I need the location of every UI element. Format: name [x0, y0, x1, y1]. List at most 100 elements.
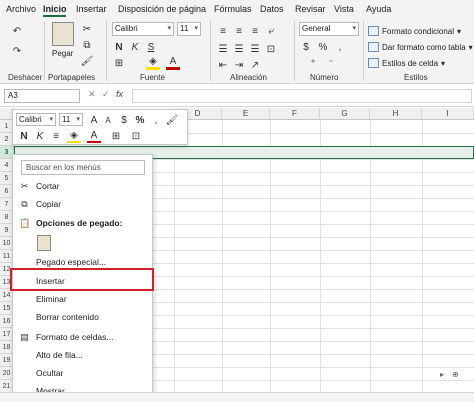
- mini-font-size[interactable]: 11 ▾: [59, 113, 83, 126]
- align-right-icon[interactable]: ☰: [248, 42, 262, 56]
- cut-icon[interactable]: ✂: [80, 22, 94, 36]
- font-size-dropdown[interactable]: 11 ▾: [177, 22, 201, 36]
- increase-decimal-icon[interactable]: ⁺: [306, 56, 320, 70]
- italic-button[interactable]: K: [128, 40, 142, 54]
- menu-item-format-cells[interactable]: ▤ Formato de celdas...: [13, 328, 152, 346]
- comma-style-icon[interactable]: ,: [333, 40, 347, 54]
- menu-item-cut[interactable]: ✂ Cortar: [13, 177, 152, 195]
- column-header[interactable]: F: [270, 108, 320, 120]
- mini-bold-button[interactable]: N: [17, 129, 31, 143]
- underline-button[interactable]: S: [144, 40, 158, 54]
- align-bottom-icon[interactable]: ≡: [248, 24, 262, 38]
- paste-button[interactable]: Pegar: [52, 49, 73, 58]
- font-color-icon[interactable]: A: [166, 56, 180, 70]
- group-label-alignment: Alineación: [230, 73, 267, 82]
- align-top-icon[interactable]: ≡: [216, 24, 230, 38]
- percent-style-icon[interactable]: %: [316, 40, 330, 54]
- formula-input[interactable]: [132, 89, 472, 103]
- menu-search-input[interactable]: Buscar en los menús: [21, 160, 145, 175]
- gridline: [370, 120, 371, 402]
- align-middle-icon[interactable]: ≡: [232, 24, 246, 38]
- copy-icon[interactable]: ⧉: [80, 38, 94, 52]
- wrap-text-icon[interactable]: ⤶: [264, 24, 278, 38]
- conditional-format-button[interactable]: Formato condicional ▾: [368, 24, 461, 38]
- merge-center-icon[interactable]: ⊡: [264, 42, 278, 56]
- cell-styles-button[interactable]: Estilos de celda ▾: [368, 56, 445, 70]
- group-separator: [210, 21, 211, 81]
- fill-color-icon[interactable]: ◈: [146, 56, 160, 70]
- mini-format-painter-icon[interactable]: 🖌: [165, 113, 179, 127]
- group-separator: [294, 21, 295, 81]
- decrease-decimal-icon[interactable]: ⁻: [324, 56, 338, 70]
- scissors-icon: ✂: [20, 181, 29, 191]
- menu-item-hide[interactable]: Ocultar: [13, 364, 152, 382]
- mini-toolbar: Calibri ▾ 11 ▾ A A $ % , 🖌 N K ≡ ◈ A ⊞ ⊡: [12, 109, 188, 145]
- tab-insertar[interactable]: Insertar: [76, 4, 107, 14]
- font-name-dropdown[interactable]: Calibri ▾: [112, 22, 174, 36]
- mini-comma-icon[interactable]: ,: [149, 113, 163, 127]
- menu-item-row-height[interactable]: Alto de fila...: [13, 346, 152, 364]
- column-header[interactable]: I: [422, 108, 474, 120]
- menu-item-paste-options: 📋 Opciones de pegado:: [19, 218, 123, 228]
- format-cells-icon: ▤: [20, 332, 29, 342]
- ribbon-tabs: Archivo Inicio Insertar Disposición de p…: [0, 0, 474, 18]
- tab-formulas[interactable]: Fórmulas: [214, 4, 252, 14]
- group-label-clipboard: Portapapeles: [48, 73, 96, 82]
- tab-inicio[interactable]: Inicio: [43, 4, 67, 14]
- name-box[interactable]: A3: [4, 89, 80, 103]
- column-header[interactable]: E: [222, 108, 270, 120]
- gridline: [222, 120, 223, 402]
- paste-icon[interactable]: [52, 22, 74, 46]
- table-icon: [368, 42, 379, 52]
- mini-accounting-icon[interactable]: $: [117, 113, 131, 127]
- column-header[interactable]: G: [320, 108, 370, 120]
- undo-icon[interactable]: ↶: [10, 24, 24, 38]
- mini-merge-icon[interactable]: ⊡: [129, 129, 143, 143]
- mini-italic-button[interactable]: K: [33, 129, 47, 143]
- tab-archivo[interactable]: Archivo: [6, 4, 36, 14]
- mini-font-name[interactable]: Calibri ▾: [16, 113, 56, 126]
- group-separator: [44, 21, 45, 81]
- mini-decrease-font-icon[interactable]: A: [101, 113, 115, 127]
- borders-icon[interactable]: ⊞: [112, 56, 126, 70]
- menu-item-copy[interactable]: ⧉ Copiar: [13, 195, 152, 213]
- menu-item-clear-contents[interactable]: Borrar contenido: [13, 308, 152, 326]
- paste-icon: 📋: [19, 218, 31, 228]
- mini-font-color-icon[interactable]: A: [87, 129, 101, 143]
- add-sheet-icon[interactable]: ⊕: [452, 370, 462, 379]
- bold-button[interactable]: N: [112, 40, 126, 54]
- formula-bar: A3 ✕ ✓ fx: [0, 85, 474, 107]
- number-format-dropdown[interactable]: General ▾: [299, 22, 359, 36]
- tab-disposicion[interactable]: Disposición de página: [118, 4, 206, 14]
- tab-revisar[interactable]: Revisar: [295, 4, 326, 14]
- scroll-right-icon[interactable]: ▸: [440, 370, 450, 379]
- group-label-font: Fuente: [140, 73, 165, 82]
- align-center-icon[interactable]: ☰: [232, 42, 246, 56]
- tab-datos[interactable]: Datos: [260, 4, 284, 14]
- tab-vista[interactable]: Vista: [334, 4, 354, 14]
- tab-ayuda[interactable]: Ayuda: [366, 4, 391, 14]
- format-as-table-button[interactable]: Dar formato como tabla ▾: [368, 40, 473, 54]
- paste-option-icon[interactable]: [37, 235, 51, 251]
- confirm-icon[interactable]: ✓: [102, 89, 110, 100]
- accounting-format-icon[interactable]: $: [299, 40, 313, 54]
- decrease-indent-icon[interactable]: ⇤: [216, 58, 230, 72]
- redo-icon[interactable]: ↷: [10, 44, 24, 58]
- ribbon: ↶ ↷ Deshacer Pegar ✂ ⧉ 🖌 Portapapeles Ca…: [0, 18, 474, 84]
- conditional-format-icon: [368, 26, 379, 36]
- mini-percent-icon[interactable]: %: [133, 113, 147, 127]
- cancel-icon[interactable]: ✕: [88, 89, 96, 100]
- format-painter-icon[interactable]: 🖌: [80, 54, 94, 68]
- status-bar: [0, 392, 474, 402]
- increase-indent-icon[interactable]: ⇥: [232, 58, 246, 72]
- mini-fill-color-icon[interactable]: ◈: [67, 129, 81, 143]
- mini-increase-font-icon[interactable]: A: [87, 113, 101, 127]
- orientation-icon[interactable]: ↗: [248, 58, 262, 72]
- gridline: [270, 120, 271, 402]
- mini-borders-icon[interactable]: ⊞: [109, 129, 123, 143]
- column-header[interactable]: H: [370, 108, 422, 120]
- mini-align-icon[interactable]: ≡: [49, 129, 63, 143]
- align-left-icon[interactable]: ☰: [216, 42, 230, 56]
- menu-item-delete[interactable]: Eliminar: [13, 290, 152, 308]
- function-icon[interactable]: fx: [116, 89, 123, 99]
